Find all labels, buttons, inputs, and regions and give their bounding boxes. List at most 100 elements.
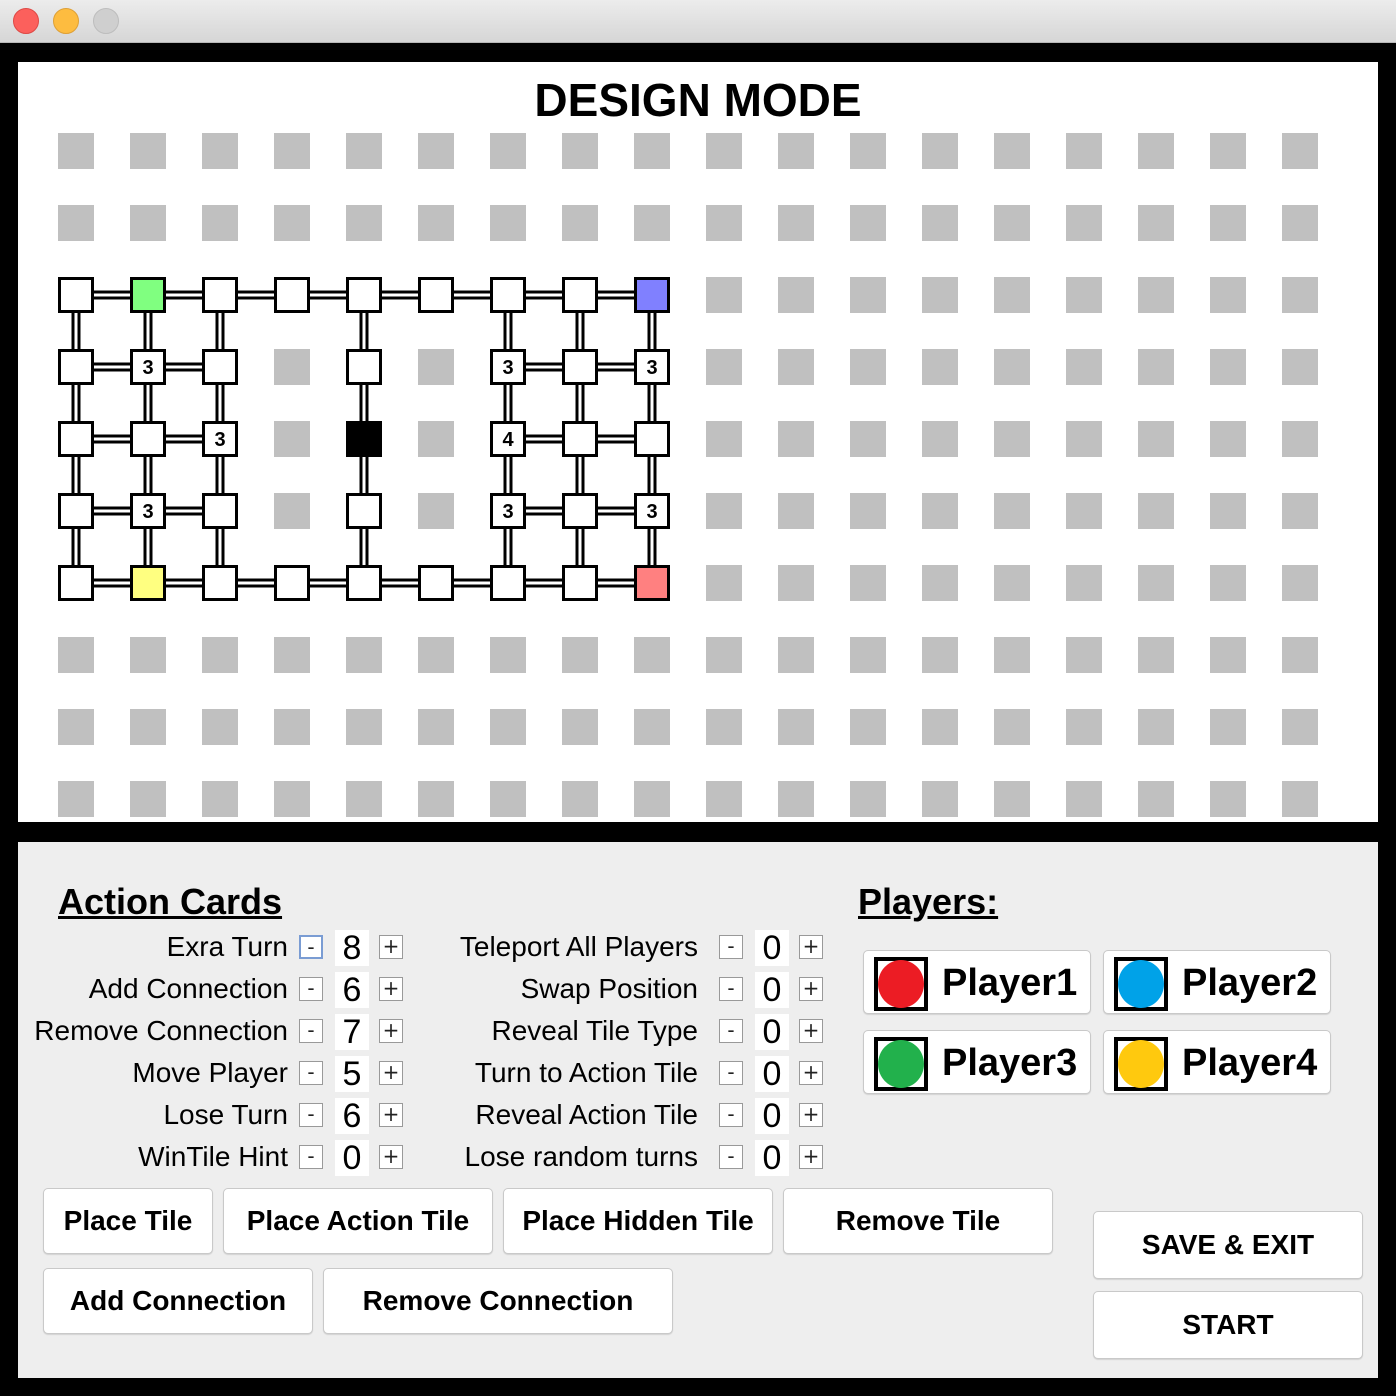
empty-slot[interactable] xyxy=(706,133,742,169)
empty-slot[interactable] xyxy=(778,205,814,241)
empty-slot[interactable] xyxy=(1138,565,1174,601)
empty-slot[interactable] xyxy=(778,709,814,745)
empty-slot[interactable] xyxy=(202,637,238,673)
card-decrement-button[interactable]: - xyxy=(299,977,323,1001)
empty-slot[interactable] xyxy=(1138,709,1174,745)
card-decrement-button[interactable]: - xyxy=(299,1019,323,1043)
empty-slot[interactable] xyxy=(58,781,94,817)
empty-slot[interactable] xyxy=(490,205,526,241)
empty-slot[interactable] xyxy=(58,133,94,169)
empty-slot[interactable] xyxy=(850,421,886,457)
empty-slot[interactable] xyxy=(562,781,598,817)
empty-slot[interactable] xyxy=(346,133,382,169)
empty-slot[interactable] xyxy=(1210,133,1246,169)
empty-slot[interactable] xyxy=(1138,493,1174,529)
numbered-tile[interactable]: 4 xyxy=(490,421,526,457)
empty-slot[interactable] xyxy=(850,637,886,673)
card-decrement-button[interactable]: - xyxy=(719,977,743,1001)
tile[interactable] xyxy=(274,277,310,313)
empty-slot[interactable] xyxy=(850,349,886,385)
numbered-tile[interactable]: 3 xyxy=(130,493,166,529)
tile[interactable] xyxy=(490,277,526,313)
card-increment-button[interactable]: + xyxy=(799,935,823,959)
empty-slot[interactable] xyxy=(1210,277,1246,313)
window-close-button[interactable] xyxy=(13,8,39,34)
place-hidden-tile-button[interactable]: Place Hidden Tile xyxy=(503,1188,773,1254)
empty-slot[interactable] xyxy=(1066,637,1102,673)
empty-slot[interactable] xyxy=(1282,493,1318,529)
empty-slot[interactable] xyxy=(1210,709,1246,745)
tile[interactable] xyxy=(202,277,238,313)
tile[interactable] xyxy=(634,421,670,457)
card-increment-button[interactable]: + xyxy=(379,935,403,959)
numbered-tile[interactable]: 3 xyxy=(490,493,526,529)
card-increment-button[interactable]: + xyxy=(799,1103,823,1127)
empty-slot[interactable] xyxy=(1210,493,1246,529)
empty-slot[interactable] xyxy=(490,781,526,817)
empty-slot[interactable] xyxy=(1210,421,1246,457)
empty-slot[interactable] xyxy=(490,637,526,673)
empty-slot[interactable] xyxy=(1066,781,1102,817)
empty-slot[interactable] xyxy=(994,277,1030,313)
empty-slot[interactable] xyxy=(778,133,814,169)
numbered-tile[interactable]: 3 xyxy=(490,349,526,385)
remove-tile-button[interactable]: Remove Tile xyxy=(783,1188,1053,1254)
card-decrement-button[interactable]: - xyxy=(719,935,743,959)
board-grid[interactable]: 3 3 3 3 4 3 3 3 xyxy=(18,62,1378,822)
empty-slot[interactable] xyxy=(706,781,742,817)
empty-slot[interactable] xyxy=(346,637,382,673)
empty-slot[interactable] xyxy=(922,709,958,745)
empty-slot[interactable] xyxy=(1282,205,1318,241)
empty-slot[interactable] xyxy=(922,637,958,673)
empty-slot[interactable] xyxy=(418,133,454,169)
empty-slot[interactable] xyxy=(706,205,742,241)
card-decrement-button[interactable]: - xyxy=(719,1103,743,1127)
empty-slot[interactable] xyxy=(850,205,886,241)
empty-slot[interactable] xyxy=(1066,493,1102,529)
empty-slot[interactable] xyxy=(130,781,166,817)
place-tile-button[interactable]: Place Tile xyxy=(43,1188,213,1254)
remove-connection-button[interactable]: Remove Connection xyxy=(323,1268,673,1334)
empty-slot[interactable] xyxy=(418,205,454,241)
empty-slot[interactable] xyxy=(130,637,166,673)
colored-tile[interactable] xyxy=(346,421,382,457)
tile[interactable] xyxy=(562,565,598,601)
tile[interactable] xyxy=(490,565,526,601)
tile[interactable] xyxy=(346,277,382,313)
empty-slot[interactable] xyxy=(490,709,526,745)
card-increment-button[interactable]: + xyxy=(379,1103,403,1127)
empty-slot[interactable] xyxy=(994,637,1030,673)
empty-slot[interactable] xyxy=(346,205,382,241)
empty-slot[interactable] xyxy=(850,709,886,745)
card-decrement-button[interactable]: - xyxy=(299,1061,323,1085)
empty-slot[interactable] xyxy=(1066,277,1102,313)
tile[interactable] xyxy=(58,493,94,529)
empty-slot[interactable] xyxy=(922,493,958,529)
empty-slot[interactable] xyxy=(1210,205,1246,241)
empty-slot[interactable] xyxy=(1066,565,1102,601)
empty-slot[interactable] xyxy=(346,709,382,745)
empty-slot[interactable] xyxy=(850,781,886,817)
empty-slot[interactable] xyxy=(1066,133,1102,169)
card-increment-button[interactable]: + xyxy=(799,977,823,1001)
tile[interactable] xyxy=(418,277,454,313)
empty-slot[interactable] xyxy=(778,637,814,673)
tile[interactable] xyxy=(562,349,598,385)
empty-slot[interactable] xyxy=(1210,637,1246,673)
window-minimize-button[interactable] xyxy=(53,8,79,34)
tile[interactable] xyxy=(202,565,238,601)
card-decrement-button[interactable]: - xyxy=(299,935,323,959)
tile[interactable] xyxy=(562,421,598,457)
empty-slot[interactable] xyxy=(274,709,310,745)
empty-slot[interactable] xyxy=(130,205,166,241)
empty-slot[interactable] xyxy=(706,565,742,601)
empty-slot[interactable] xyxy=(994,349,1030,385)
start-button[interactable]: START xyxy=(1093,1291,1363,1359)
empty-slot[interactable] xyxy=(706,637,742,673)
card-increment-button[interactable]: + xyxy=(379,977,403,1001)
tile[interactable] xyxy=(346,349,382,385)
empty-slot[interactable] xyxy=(1282,637,1318,673)
numbered-tile[interactable]: 3 xyxy=(634,349,670,385)
empty-slot[interactable] xyxy=(58,709,94,745)
numbered-tile[interactable]: 3 xyxy=(634,493,670,529)
